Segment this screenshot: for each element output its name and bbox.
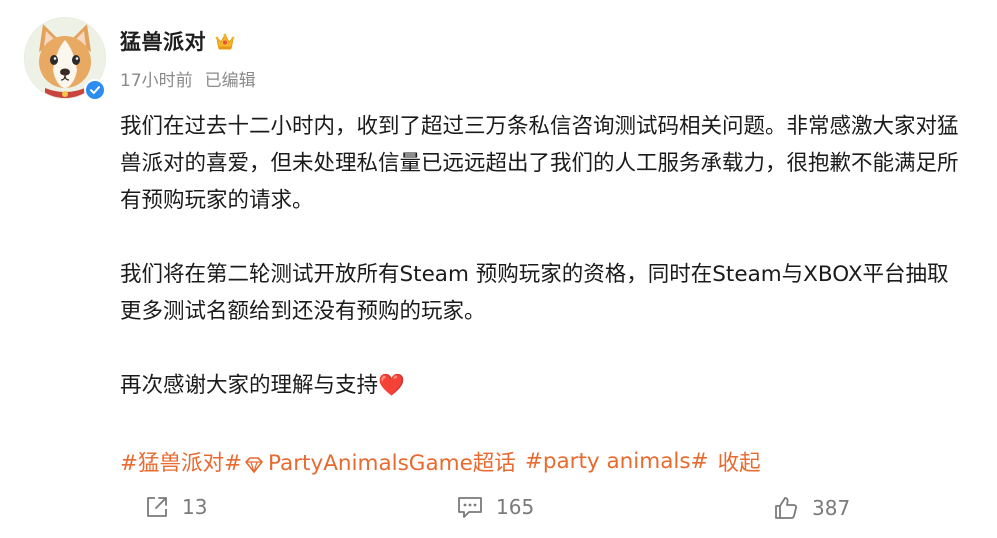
like-button[interactable]: 387: [772, 494, 850, 522]
author-avatar-container[interactable]: [24, 17, 106, 103]
share-button[interactable]: 13: [144, 494, 207, 520]
action-bar: 13 165 387: [0, 494, 997, 530]
thumbs-up-icon: [772, 494, 800, 522]
collapse-link[interactable]: 收起: [718, 446, 761, 477]
supertopic-diamond-icon: [244, 454, 264, 474]
topic-link-2[interactable]: #party animals#: [525, 449, 709, 474]
paragraph-2: 我们将在第二轮测试开放所有Steam 预购玩家的资格，同时在Steam与XBOX…: [120, 262, 949, 324]
comment-count: 165: [496, 495, 535, 519]
paragraph-1: 我们在过去十二小时内，收到了超过三万条私信咨询测试码相关问题。非常感激大家对猛兽…: [120, 114, 959, 213]
post-meta: 17小时前 已编辑: [120, 66, 256, 91]
edited-label[interactable]: 已编辑: [205, 66, 256, 91]
verified-check-icon: [84, 79, 106, 101]
post-tags: #猛兽派对# PartyAnimalsGame超话 #party animals…: [120, 446, 761, 477]
paragraph-3: 再次感谢大家的理解与支持❤️: [120, 373, 405, 398]
post-time[interactable]: 17小时前: [120, 66, 193, 91]
post-header: 猛兽派对 17小时前 已编辑: [120, 26, 256, 91]
post-content: 我们在过去十二小时内，收到了超过三万条私信咨询测试码相关问题。非常感激大家对猛兽…: [120, 108, 970, 404]
share-count: 13: [182, 495, 208, 519]
supertopic-link[interactable]: PartyAnimalsGame超话: [268, 446, 516, 477]
like-count: 387: [812, 496, 851, 520]
comment-button[interactable]: 165: [456, 494, 534, 520]
comment-icon: [456, 494, 484, 520]
username-row: 猛兽派对: [120, 26, 256, 56]
share-icon: [144, 494, 170, 520]
crown-badge-icon[interactable]: [214, 30, 236, 52]
topic-link-1[interactable]: #猛兽派对#: [120, 446, 242, 477]
author-name[interactable]: 猛兽派对: [120, 26, 206, 56]
